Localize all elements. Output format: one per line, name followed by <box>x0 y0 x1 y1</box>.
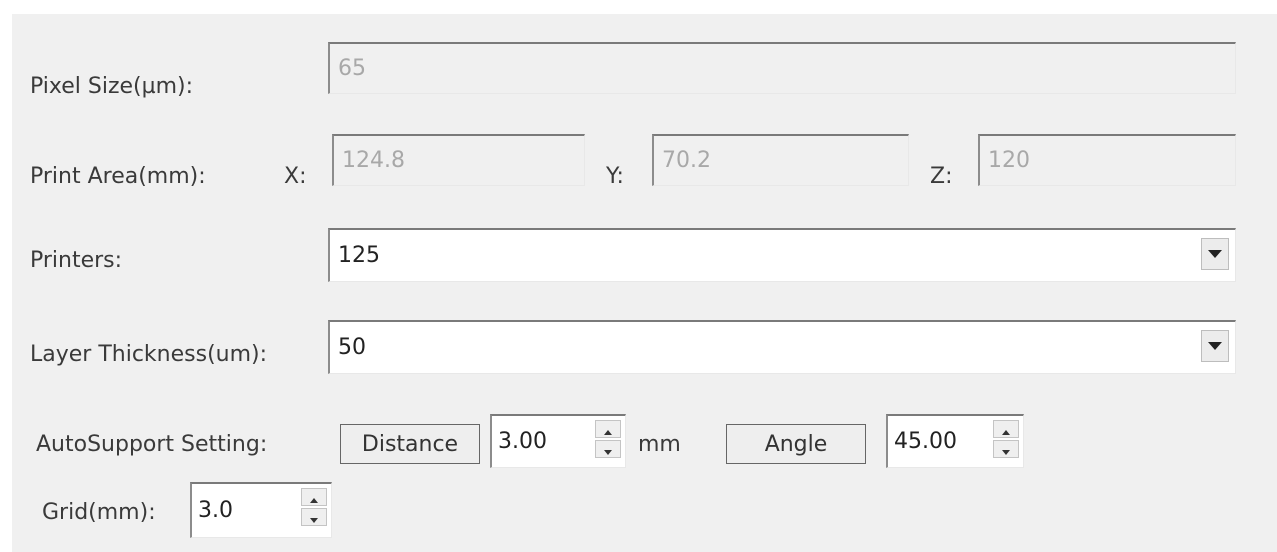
print-area-y-field[interactable]: 70.2 <box>652 134 909 186</box>
autosupport-label: AutoSupport Setting: <box>36 432 268 457</box>
grid-increment-button[interactable] <box>301 488 327 506</box>
printers-dropdown[interactable]: 125 <box>328 228 1236 282</box>
arrow-down-icon <box>1002 440 1010 459</box>
grid-label: Grid(mm): <box>42 500 156 525</box>
print-area-y-label: Y: <box>606 164 624 189</box>
printers-label: Printers: <box>30 248 123 273</box>
print-area-x-value: 124.8 <box>342 147 405 173</box>
layer-thickness-selected-value: 50 <box>338 334 366 360</box>
distance-button[interactable]: Distance <box>340 424 480 464</box>
layer-thickness-dropdown[interactable]: 50 <box>328 320 1236 374</box>
print-area-y-value: 70.2 <box>662 147 711 173</box>
printers-dropdown-button[interactable] <box>1201 238 1229 270</box>
arrow-up-icon <box>604 420 612 439</box>
arrow-down-icon <box>604 440 612 459</box>
distance-increment-button[interactable] <box>595 420 621 438</box>
angle-value: 45.00 <box>894 429 957 454</box>
print-area-x-label: X: <box>284 164 307 189</box>
distance-button-label: Distance <box>361 431 459 457</box>
pixel-size-field[interactable]: 65 <box>328 42 1236 94</box>
settings-panel: Pixel Size(µm): 65 Print Area(mm): X: 12… <box>12 14 1277 552</box>
chevron-down-icon <box>1208 250 1222 258</box>
print-area-z-value: 120 <box>988 147 1030 173</box>
arrow-down-icon <box>310 508 318 527</box>
distance-value: 3.00 <box>498 429 547 454</box>
grid-value: 3.0 <box>198 498 233 523</box>
angle-button-label: Angle <box>764 431 828 457</box>
grid-spinbox[interactable]: 3.0 <box>190 482 332 538</box>
pixel-size-label: Pixel Size(µm): <box>30 74 194 99</box>
pixel-size-value: 65 <box>338 55 366 81</box>
distance-spinbox[interactable]: 3.00 <box>490 414 626 468</box>
angle-button[interactable]: Angle <box>726 424 866 464</box>
angle-increment-button[interactable] <box>993 420 1019 438</box>
arrow-up-icon <box>1002 420 1010 439</box>
print-area-label: Print Area(mm): <box>30 164 206 189</box>
distance-unit-label: mm <box>638 432 681 457</box>
printers-selected-value: 125 <box>338 242 380 268</box>
chevron-down-icon <box>1208 342 1222 350</box>
print-area-x-field[interactable]: 124.8 <box>332 134 585 186</box>
print-area-z-field[interactable]: 120 <box>978 134 1236 186</box>
angle-decrement-button[interactable] <box>993 440 1019 458</box>
print-area-z-label: Z: <box>930 164 953 189</box>
layer-thickness-label: Layer Thickness(um): <box>30 342 268 367</box>
layer-thickness-dropdown-button[interactable] <box>1201 330 1229 362</box>
distance-decrement-button[interactable] <box>595 440 621 458</box>
arrow-up-icon <box>310 488 318 507</box>
grid-decrement-button[interactable] <box>301 508 327 526</box>
angle-spinbox[interactable]: 45.00 <box>886 414 1024 468</box>
